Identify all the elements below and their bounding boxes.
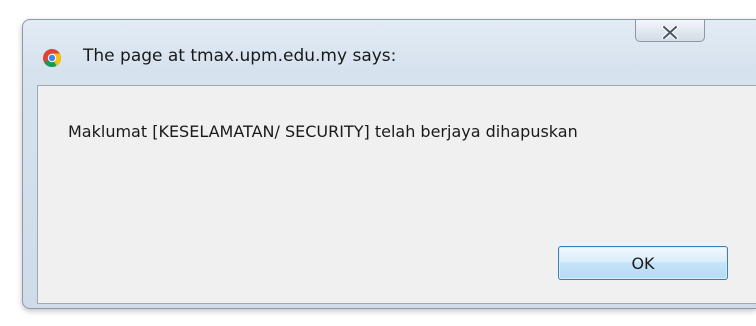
dialog-message: Maklumat [KESELAMATAN/ SECURITY] telah b… — [68, 122, 578, 141]
dialog-title: The page at tmax.upm.edu.my says: — [83, 46, 397, 66]
dialog-titlebar[interactable]: The page at tmax.upm.edu.my says: — [23, 20, 756, 86]
chrome-icon — [43, 49, 62, 68]
close-button[interactable] — [635, 20, 705, 42]
screen: The page at tmax.upm.edu.my says: Maklum… — [0, 0, 756, 326]
ok-button[interactable]: OK — [558, 246, 728, 280]
alert-dialog: The page at tmax.upm.edu.my says: Maklum… — [22, 19, 756, 309]
close-icon — [662, 24, 678, 40]
dialog-body: Maklumat [KESELAMATAN/ SECURITY] telah b… — [37, 85, 756, 304]
